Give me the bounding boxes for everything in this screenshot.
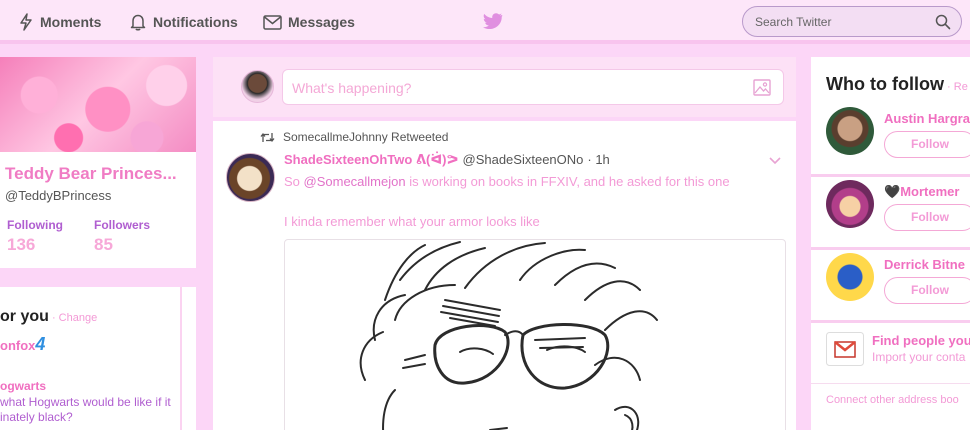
who-to-follow-separator: · bbox=[943, 81, 954, 93]
following-count[interactable]: 136 bbox=[7, 235, 35, 255]
avatar[interactable] bbox=[826, 107, 874, 155]
tweet-author[interactable]: ShadeSixteenOhTwo ᕕ(ᐛ)ᕗ bbox=[284, 152, 459, 168]
gmail-icon bbox=[826, 332, 864, 366]
retweet-label: SomecallmeJohnny Retweeted bbox=[283, 130, 449, 144]
connect-address-book-link[interactable]: Connect other address boo bbox=[826, 394, 959, 406]
avatar[interactable] bbox=[226, 153, 275, 202]
who-to-follow-heading: Who to follow bbox=[826, 74, 944, 94]
find-people-subtitle[interactable]: Import your conta bbox=[872, 350, 965, 364]
suggested-user-name[interactable]: 🖤Mortemer bbox=[884, 184, 959, 200]
follow-button[interactable]: Follow bbox=[884, 204, 970, 231]
tweet-handle[interactable]: @ShadeSixteenONo bbox=[463, 152, 584, 167]
compose-box[interactable] bbox=[282, 69, 784, 105]
search-box[interactable] bbox=[742, 6, 962, 37]
nav-notifications-label: Notifications bbox=[153, 14, 238, 30]
refresh-link[interactable]: Re bbox=[954, 81, 968, 93]
trend-description: what Hogwarts would be like if it inatel… bbox=[0, 395, 171, 424]
tweet-mention[interactable]: @Somecallmejon bbox=[304, 174, 406, 189]
find-people[interactable]: Find people you Import your conta bbox=[811, 329, 970, 384]
follow-button[interactable]: Follow bbox=[884, 277, 970, 304]
trends-card: or you · Change onfox4 ogwarts what Hogw… bbox=[0, 287, 196, 430]
trend-item[interactable]: ogwarts bbox=[0, 379, 46, 393]
tweet-text-prefix: So bbox=[284, 174, 304, 189]
trends-panel: or you · Change onfox4 ogwarts what Hogw… bbox=[0, 287, 182, 430]
compose-input[interactable] bbox=[292, 80, 732, 96]
tweet-text-suffix: is working on books in FFXIV, and he ask… bbox=[405, 174, 730, 189]
suggested-user: 🖤Mortemer Follow bbox=[811, 178, 970, 250]
trend-item[interactable]: onfox4 bbox=[0, 334, 45, 355]
search-input[interactable] bbox=[755, 14, 925, 30]
suggested-user: Derrick Bitne Follow bbox=[811, 251, 970, 323]
profile-name[interactable]: Teddy Bear Princes... bbox=[5, 164, 193, 184]
profile-card: Teddy Bear Princes... @TeddyBPrincess Fo… bbox=[0, 57, 196, 268]
avatar[interactable] bbox=[826, 180, 874, 228]
top-nav-bar: Moments Notifications Messages bbox=[0, 0, 970, 44]
who-to-follow-title: Who to follow · Re bbox=[826, 74, 968, 95]
nav-moments[interactable]: Moments bbox=[18, 12, 101, 32]
retweet-context[interactable]: SomecallmeJohnny Retweeted bbox=[260, 130, 448, 144]
search-icon[interactable] bbox=[935, 14, 951, 30]
following-label[interactable]: Following bbox=[7, 218, 63, 232]
photo-icon[interactable] bbox=[753, 79, 771, 96]
find-people-title[interactable]: Find people you bbox=[872, 333, 970, 348]
profile-banner[interactable] bbox=[0, 57, 196, 152]
who-to-follow-card: Who to follow · Re Austin Hargra Follow … bbox=[811, 57, 970, 430]
suggested-user-name[interactable]: Derrick Bitne bbox=[884, 257, 965, 272]
tweet-timestamp[interactable]: · 1h bbox=[587, 152, 609, 167]
trends-title: or you · Change bbox=[0, 308, 97, 326]
suggested-user-name[interactable]: Austin Hargra bbox=[884, 111, 970, 126]
nav-notifications[interactable]: Notifications bbox=[129, 12, 238, 32]
followers-label[interactable]: Followers bbox=[94, 218, 150, 232]
nav-moments-label: Moments bbox=[40, 14, 102, 30]
trend-item-suffix: 4 bbox=[35, 334, 46, 354]
followers-count[interactable]: 85 bbox=[94, 235, 113, 255]
suggested-user-name-text: Mortemer bbox=[900, 184, 960, 199]
tweet-header: ShadeSixteenOhTwo ᕕ(ᐛ)ᕗ @ShadeSixteenONo… bbox=[284, 152, 610, 168]
suggested-user: Austin Hargra Follow bbox=[811, 105, 970, 177]
chevron-down-icon[interactable] bbox=[768, 156, 782, 166]
tweet-text: I kinda remember what your armor looks l… bbox=[284, 214, 540, 229]
change-link[interactable]: Change bbox=[59, 312, 98, 324]
trends-title-text: or you bbox=[0, 308, 49, 325]
heart-icon: 🖤 bbox=[884, 184, 901, 199]
trend-item-label: onfox bbox=[0, 338, 36, 353]
bell-icon bbox=[130, 14, 146, 31]
compose-card bbox=[213, 57, 796, 117]
profile-handle[interactable]: @TeddyBPrincess bbox=[5, 188, 111, 203]
avatar[interactable] bbox=[241, 70, 274, 103]
twitter-bird-icon[interactable] bbox=[483, 12, 503, 30]
sketch-drawing bbox=[359, 241, 658, 430]
tweet[interactable]: SomecallmeJohnny Retweeted ShadeSixteenO… bbox=[213, 121, 796, 430]
follow-button[interactable]: Follow bbox=[884, 131, 970, 158]
avatar[interactable] bbox=[826, 253, 874, 301]
envelope-icon bbox=[263, 14, 282, 30]
lightning-icon bbox=[20, 13, 32, 31]
nav-messages[interactable]: Messages bbox=[263, 12, 355, 32]
tweet-text: So @Somecallmejon is working on books in… bbox=[284, 174, 730, 189]
trends-separator: · bbox=[48, 312, 59, 324]
tweet-image[interactable] bbox=[284, 239, 786, 430]
nav-messages-label: Messages bbox=[288, 14, 355, 30]
retweet-icon bbox=[260, 132, 275, 142]
